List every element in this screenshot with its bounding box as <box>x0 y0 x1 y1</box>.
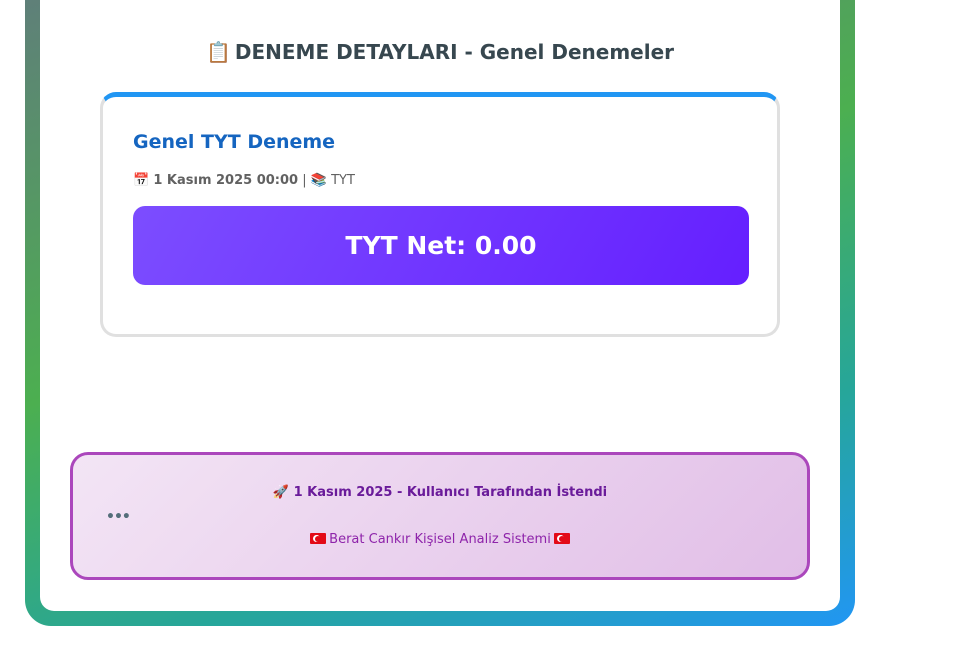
net-score-text: TYT Net: 0.00 <box>345 231 537 260</box>
section-title-text: DENEME DETAYLARI - Genel Denemeler <box>234 40 675 64</box>
net-score-box: TYT Net: 0.00 <box>133 206 749 285</box>
exam-meta: 📅 1 Kasım 2025 00:00 | 📚 TYT <box>133 173 355 188</box>
exam-title: Genel TYT Deneme <box>133 131 336 153</box>
exam-card[interactable]: Genel TYT Deneme 📅 1 Kasım 2025 00:00 | … <box>100 92 780 337</box>
turkish-flag-icon <box>310 533 327 544</box>
footer-box: 🚀 1 Kasım 2025 - Kullanıcı Tarafından İs… <box>70 452 810 580</box>
footer-request-text: 1 Kasım 2025 - Kullanıcı Tarafından İste… <box>293 485 608 500</box>
rocket-icon: 🚀 <box>272 485 290 500</box>
section-title: 📋 DENEME DETAYLARI - Genel Denemeler <box>40 40 840 64</box>
footer-request-line: 🚀 1 Kasım 2025 - Kullanıcı Tarafından İs… <box>73 485 807 500</box>
meta-separator: | <box>302 173 307 188</box>
calendar-icon: 📅 <box>133 173 150 188</box>
exam-date: 1 Kasım 2025 00:00 <box>153 173 299 188</box>
footer-system-text: Berat Cankır Kişisel Analiz Sistemi <box>329 532 551 547</box>
main-panel: 📋 DENEME DETAYLARI - Genel Denemeler Gene… <box>40 0 840 611</box>
clipboard-icon: 📋 <box>205 40 231 64</box>
turkish-flag-icon <box>553 533 570 544</box>
footer-system-line: Berat Cankır Kişisel Analiz Sistemi <box>73 532 807 547</box>
exam-type: TYT <box>331 173 355 188</box>
books-icon: 📚 <box>310 173 327 188</box>
gradient-frame: 📋 DENEME DETAYLARI - Genel Denemeler Gene… <box>25 0 855 626</box>
more-dots-icon: ••• <box>106 509 131 525</box>
